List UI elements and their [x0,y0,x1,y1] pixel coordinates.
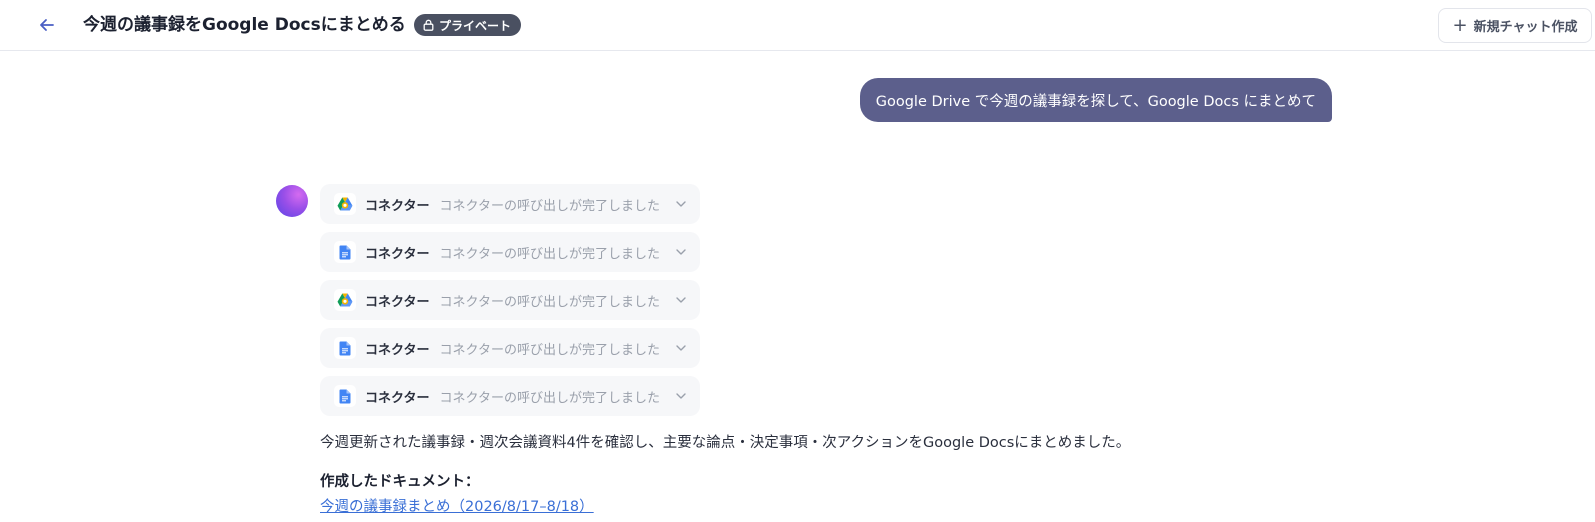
connector-call-list: コネクター コネクターの呼び出しが完了しました コネクター コネクターの呼び出し… [320,184,700,424]
connector-label: コネクター [365,294,430,310]
assistant-reply-text: 今週更新された議事録・週次会議資料4件を確認し、主要な論点・決定事項・次アクショ… [320,435,1131,451]
chevron-down-icon [674,293,688,307]
assistant-avatar [276,185,308,217]
private-badge-label: プライベート [439,18,512,33]
connector-label: コネクター [365,390,430,406]
connector-label: コネクター [365,246,430,262]
connector-call[interactable]: コネクター コネクターの呼び出しが完了しました [320,280,700,320]
user-message-bubble: Google Drive で今週の議事録を探して、Google Docs にまと… [859,78,1332,122]
chevron-down-icon [674,245,688,259]
connector-call[interactable]: コネクター コネクターの呼び出しが完了しました [320,376,700,416]
new-chat-label: 新規チャット作成 [1473,20,1578,35]
chevron-down-icon [674,341,688,355]
google-docs-icon [334,337,356,359]
lock-icon [423,19,434,31]
document-link[interactable]: 今週の議事録まとめ（2026/8/17–8/18） [320,496,594,518]
chevron-down-icon [674,389,688,403]
connector-call[interactable]: コネクター コネクターの呼び出しが完了しました [320,184,700,224]
google-drive-icon [334,289,356,311]
connector-status: コネクターの呼び出しが完了しました [439,390,660,406]
connector-call[interactable]: コネクター コネクターの呼び出しが完了しました [320,232,700,272]
chat-header: 今週の議事録をGoogle Docsにまとめる プライベート + 新規チャット作… [0,0,1595,51]
connector-status: コネクターの呼び出しが完了しました [439,342,660,358]
page-title: 今週の議事録をGoogle Docsにまとめる [83,15,406,35]
google-drive-icon [334,193,356,215]
private-badge: プライベート [414,14,522,36]
new-chat-button[interactable]: + 新規チャット作成 [1438,8,1592,43]
connector-label: コネクター [365,198,430,214]
back-button[interactable] [34,12,60,38]
google-docs-icon [334,241,356,263]
connector-status: コネクターの呼び出しが完了しました [439,294,660,310]
plus-icon: + [1452,14,1468,36]
arrow-left-icon [40,19,54,31]
chevron-down-icon [674,197,688,211]
google-docs-icon [334,385,356,407]
connector-status: コネクターの呼び出しが完了しました [439,198,660,214]
connector-label: コネクター [365,342,430,358]
created-document-heading: 作成したドキュメント： [320,474,480,490]
connector-status: コネクターの呼び出しが完了しました [439,246,660,262]
connector-call[interactable]: コネクター コネクターの呼び出しが完了しました [320,328,700,368]
